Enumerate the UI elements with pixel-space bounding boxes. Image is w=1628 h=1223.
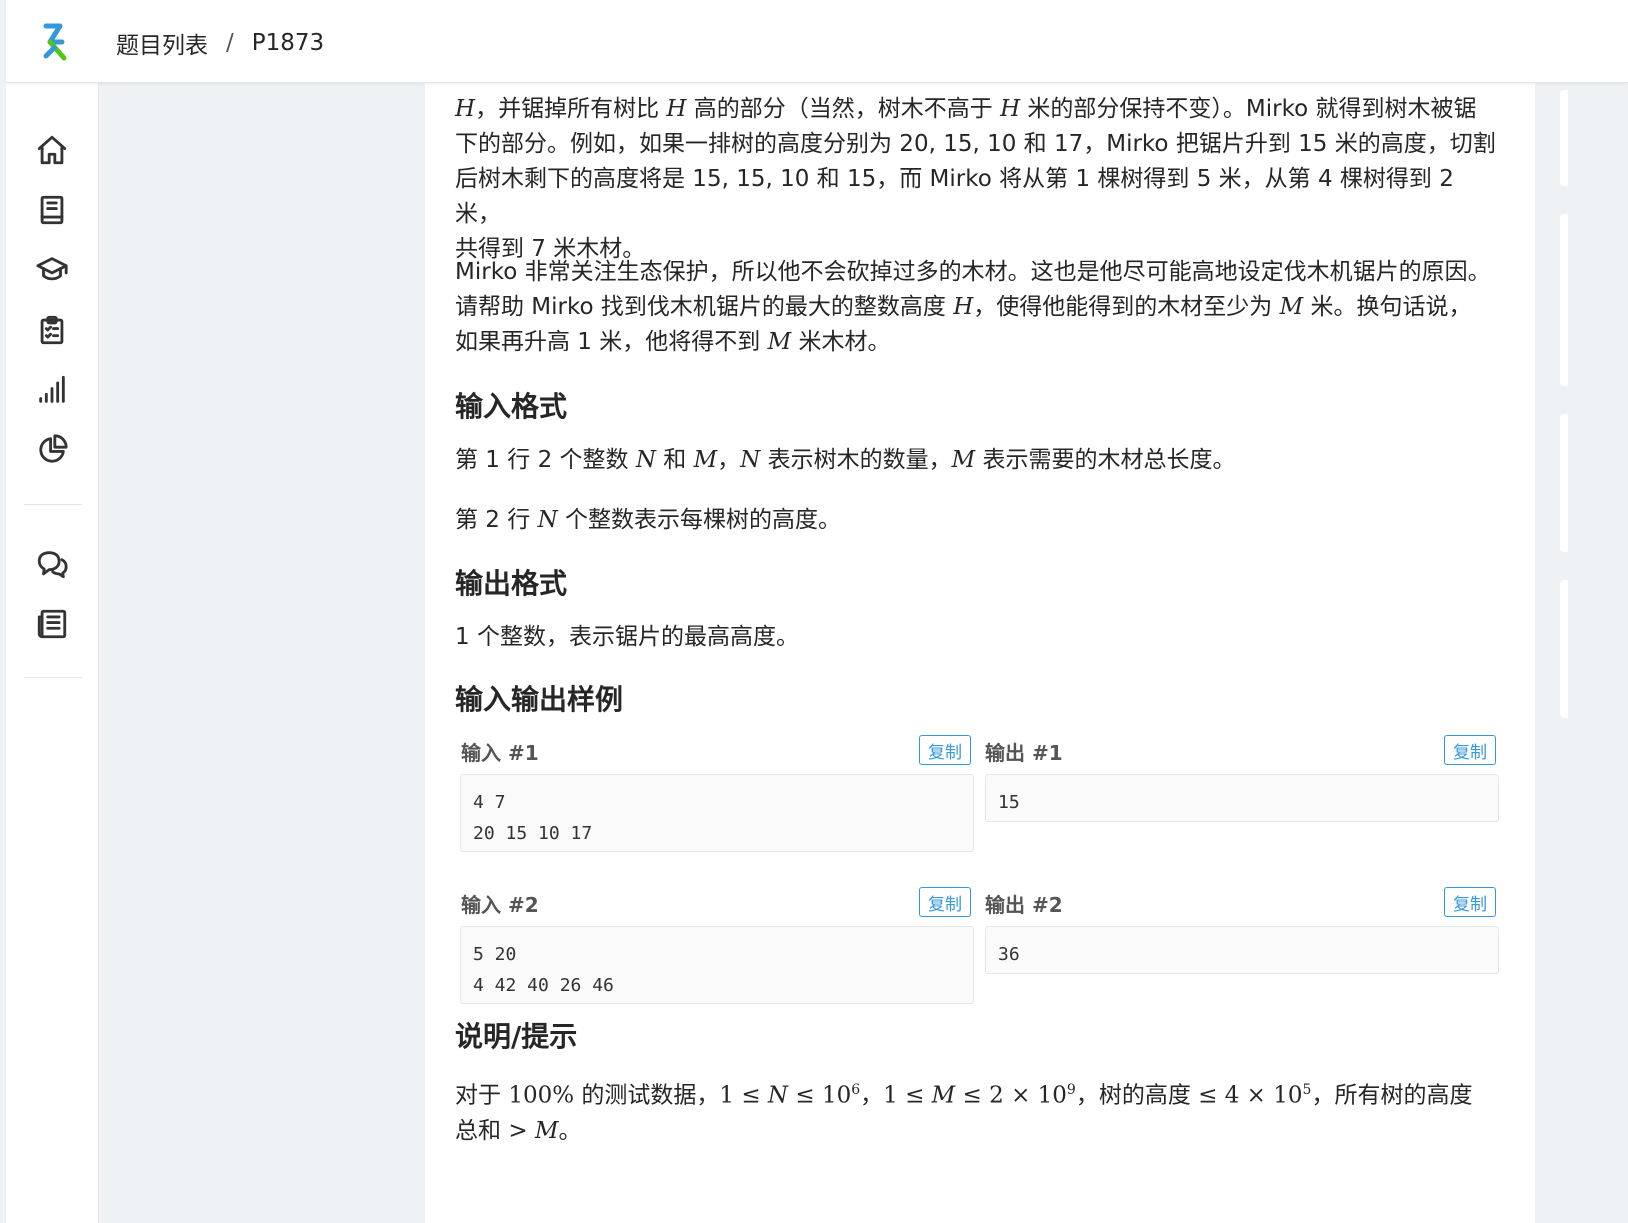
top-bar: 题目列表 / P1873 [6, 0, 1628, 83]
samples-heading: 输入输出样例 [455, 683, 624, 716]
description-line: 如果再升高 1 米，他将得不到 M 米木材。 [455, 329, 891, 355]
description-line: Mirko 非常关注生态保护，所以他不会砍掉过多的木材。这也是他尽可能高地设定伐… [455, 259, 1491, 285]
problem-content-card: H，并锯掉所有树比 H 高的部分（当然，树木不高于 H 米的部分保持不变）。Mi… [425, 82, 1535, 1223]
output-format-heading: 输出格式 [455, 567, 568, 600]
chat-icon[interactable] [32, 544, 72, 584]
breadcrumb-problem-list[interactable]: 题目列表 [116, 26, 208, 60]
sample-output-1[interactable]: 15 [985, 774, 1499, 822]
description-line: H，并锯掉所有树比 H 高的部分（当然，树木不高于 H 米的部分保持不变）。Mi… [455, 96, 1477, 122]
input-format-line: 第 2 行 N 个整数表示每棵树的高度。 [455, 507, 842, 533]
problem-description: Mirko 非常关注生态保护，所以他不会砍掉过多的木材。这也是他尽可能高地设定伐… [455, 255, 1505, 360]
description-line: 后树木剩下的高度将是 15, 15, 10 和 15，而 Mirko 将从第 1… [455, 166, 1454, 227]
breadcrumb: 题目列表 / P1873 [116, 26, 324, 60]
copy-input-1-button[interactable]: 复制 [919, 735, 971, 765]
book-icon[interactable] [32, 190, 72, 230]
sample-input-2[interactable]: 5 20 4 42 40 26 46 [460, 926, 974, 1004]
sample-input-label: 输入 #1 [461, 741, 539, 765]
output-format-line: 1 个整数，表示锯片的最高高度。 [455, 624, 799, 650]
copy-output-2-button[interactable]: 复制 [1444, 887, 1496, 917]
output-format-text: 1 个整数，表示锯片的最高高度。 [455, 620, 1505, 655]
home-icon[interactable] [32, 130, 72, 170]
sidebar [6, 82, 99, 1223]
side-panel-edge [1560, 580, 1568, 718]
sample-output-label: 输出 #2 [985, 893, 1063, 917]
clipboard-icon[interactable] [32, 310, 72, 350]
news-icon[interactable] [32, 604, 72, 644]
pie-chart-icon[interactable] [32, 430, 72, 470]
graduation-cap-icon[interactable] [32, 250, 72, 290]
side-panel-edge [1560, 90, 1568, 186]
hint-text: 对于 100% 的测试数据，1 ≤ N ≤ 106，1 ≤ M ≤ 2 × 10… [455, 1073, 1505, 1149]
copy-input-2-button[interactable]: 复制 [919, 887, 971, 917]
hint-line: 总和 > M。 [455, 1117, 582, 1144]
side-panel-edge [1560, 414, 1568, 552]
hint-line: 对于 100% 的测试数据，1 ≤ N ≤ 106，1 ≤ M ≤ 2 × 10… [455, 1082, 1473, 1109]
luogu-logo-icon[interactable] [38, 22, 74, 62]
problem-description: H，并锯掉所有树比 H 高的部分（当然，树木不高于 H 米的部分保持不变）。Mi… [455, 92, 1505, 267]
copy-output-1-button[interactable]: 复制 [1444, 735, 1496, 765]
sidebar-divider [24, 677, 82, 678]
sample-output-2[interactable]: 36 [985, 926, 1499, 974]
bar-chart-icon[interactable] [32, 370, 72, 410]
side-panel-edge [1560, 214, 1568, 386]
input-format-text: 第 2 行 N 个整数表示每棵树的高度。 [455, 503, 1505, 538]
sample-input-1[interactable]: 4 7 20 15 10 17 [460, 774, 974, 852]
sample-input-label: 输入 #2 [461, 893, 539, 917]
breadcrumb-separator: / [226, 30, 234, 56]
sample-output-label: 输出 #1 [985, 741, 1063, 765]
input-format-line: 第 1 行 2 个整数 N 和 M，N 表示树木的数量，M 表示需要的木材总长度… [455, 447, 1236, 473]
sidebar-divider [24, 504, 82, 505]
description-line: 请帮助 Mirko 找到伐木机锯片的最大的整数高度 H，使得他能得到的木材至少为… [455, 294, 1472, 320]
description-line: 下的部分。例如，如果一排树的高度分别为 20, 15, 10 和 17，Mirk… [455, 131, 1496, 157]
hint-heading: 说明/提示 [455, 1020, 578, 1053]
input-format-text: 第 1 行 2 个整数 N 和 M，N 表示树木的数量，M 表示需要的木材总长度… [455, 443, 1505, 478]
breadcrumb-current-problem[interactable]: P1873 [252, 30, 324, 56]
input-format-heading: 输入格式 [455, 390, 568, 423]
